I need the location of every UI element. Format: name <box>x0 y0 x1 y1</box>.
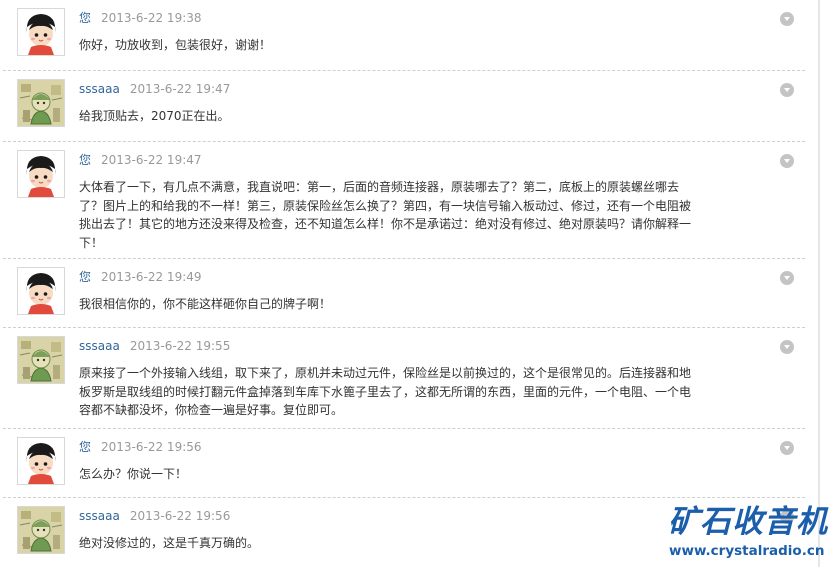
watermark-url: www.crystalradio.cn <box>669 543 825 559</box>
comment-time: 2013-6-22 19:47 <box>129 82 231 96</box>
comment-time: 2013-6-22 19:56 <box>129 509 231 523</box>
comment-time: 2013-6-22 19:55 <box>129 339 231 353</box>
comment-meta: 您 2013-6-22 19:47 <box>79 152 202 168</box>
comment-meta: 您 2013-6-22 19:38 <box>79 10 202 26</box>
comment-divider <box>3 70 805 71</box>
comment-meta: 您 2013-6-22 19:49 <box>79 269 202 285</box>
comment-divider <box>3 428 805 429</box>
watermark-brand: 矿石收音机 <box>668 504 828 540</box>
sketch-avatar[interactable] <box>17 79 65 127</box>
comment-author[interactable]: 您 <box>79 270 91 284</box>
girl-avatar[interactable] <box>17 150 65 198</box>
comment-divider <box>3 497 805 498</box>
comment-text: 大体看了一下，有几点不满意，我直说吧：第一，后面的音频连接器，原装哪去了？第二，… <box>79 180 692 250</box>
comment-menu-icon[interactable] <box>780 154 794 168</box>
comment-item: 您 2013-6-22 19:56 怎么办？你说一下！ <box>0 428 808 497</box>
comment-item: 您 2013-6-22 19:49 我很相信你的，你不能这样砸你自己的牌子啊！ <box>0 258 808 327</box>
comment-text: 给我顶贴去，2070正在出。 <box>79 109 230 123</box>
comment-text: 原来接了一个外接输入线组，取下来了，原机并未动过元件，保险丝是以前换过的，这个是… <box>79 366 692 417</box>
comment-time: 2013-6-22 19:47 <box>101 153 202 167</box>
comment-text: 我很相信你的，你不能这样砸你自己的牌子啊！ <box>79 297 332 311</box>
comment-author[interactable]: 您 <box>79 153 91 167</box>
comment-menu-icon[interactable] <box>780 340 794 354</box>
girl-avatar[interactable] <box>17 437 65 485</box>
comment-item: 您 2013-6-22 19:38 你好，功放收到，包装很好，谢谢！ <box>0 0 808 70</box>
sketch-avatar[interactable] <box>17 336 65 384</box>
comment-author[interactable]: 您 <box>79 11 91 25</box>
comment-time: 2013-6-22 19:38 <box>101 11 202 25</box>
comment-meta: sssaaa 2013-6-22 19:56 <box>79 508 230 524</box>
comment-divider <box>3 327 805 328</box>
comment-author[interactable]: sssaaa <box>79 82 120 96</box>
scrollbar-track[interactable] <box>818 0 820 567</box>
comment-text: 怎么办？你说一下！ <box>79 467 188 481</box>
comment-author[interactable]: sssaaa <box>79 339 120 353</box>
comment-time: 2013-6-22 19:49 <box>101 270 202 284</box>
sketch-avatar[interactable] <box>17 506 65 554</box>
comment-divider <box>3 141 805 142</box>
comment-menu-icon[interactable] <box>780 441 794 455</box>
comment-meta: sssaaa 2013-6-22 19:47 <box>79 81 230 97</box>
comment-time: 2013-6-22 19:56 <box>101 440 202 454</box>
comment-item: sssaaa 2013-6-22 19:47 给我顶贴去，2070正在出。 <box>0 70 808 141</box>
comment-text: 你好，功放收到，包装很好，谢谢！ <box>79 38 272 52</box>
comment-menu-icon[interactable] <box>780 83 794 97</box>
girl-avatar[interactable] <box>17 267 65 315</box>
comment-divider <box>3 258 805 259</box>
comment-menu-icon[interactable] <box>780 271 794 285</box>
comment-meta: sssaaa 2013-6-22 19:55 <box>79 338 230 354</box>
comment-author[interactable]: 您 <box>79 440 91 454</box>
girl-avatar[interactable] <box>17 8 65 56</box>
comment-text: 绝对没修过的，这是千真万确的。 <box>79 536 260 550</box>
comment-meta: 您 2013-6-22 19:56 <box>79 439 202 455</box>
comment-item: 您 2013-6-22 19:47 大体看了一下，有几点不满意，我直说吧：第一，后面… <box>0 141 808 258</box>
comment-menu-icon[interactable] <box>780 12 794 26</box>
comment-author[interactable]: sssaaa <box>79 509 120 523</box>
comment-item: sssaaa 2013-6-22 19:55 原来接了一个外接输入线组，取下来了，原… <box>0 327 808 428</box>
